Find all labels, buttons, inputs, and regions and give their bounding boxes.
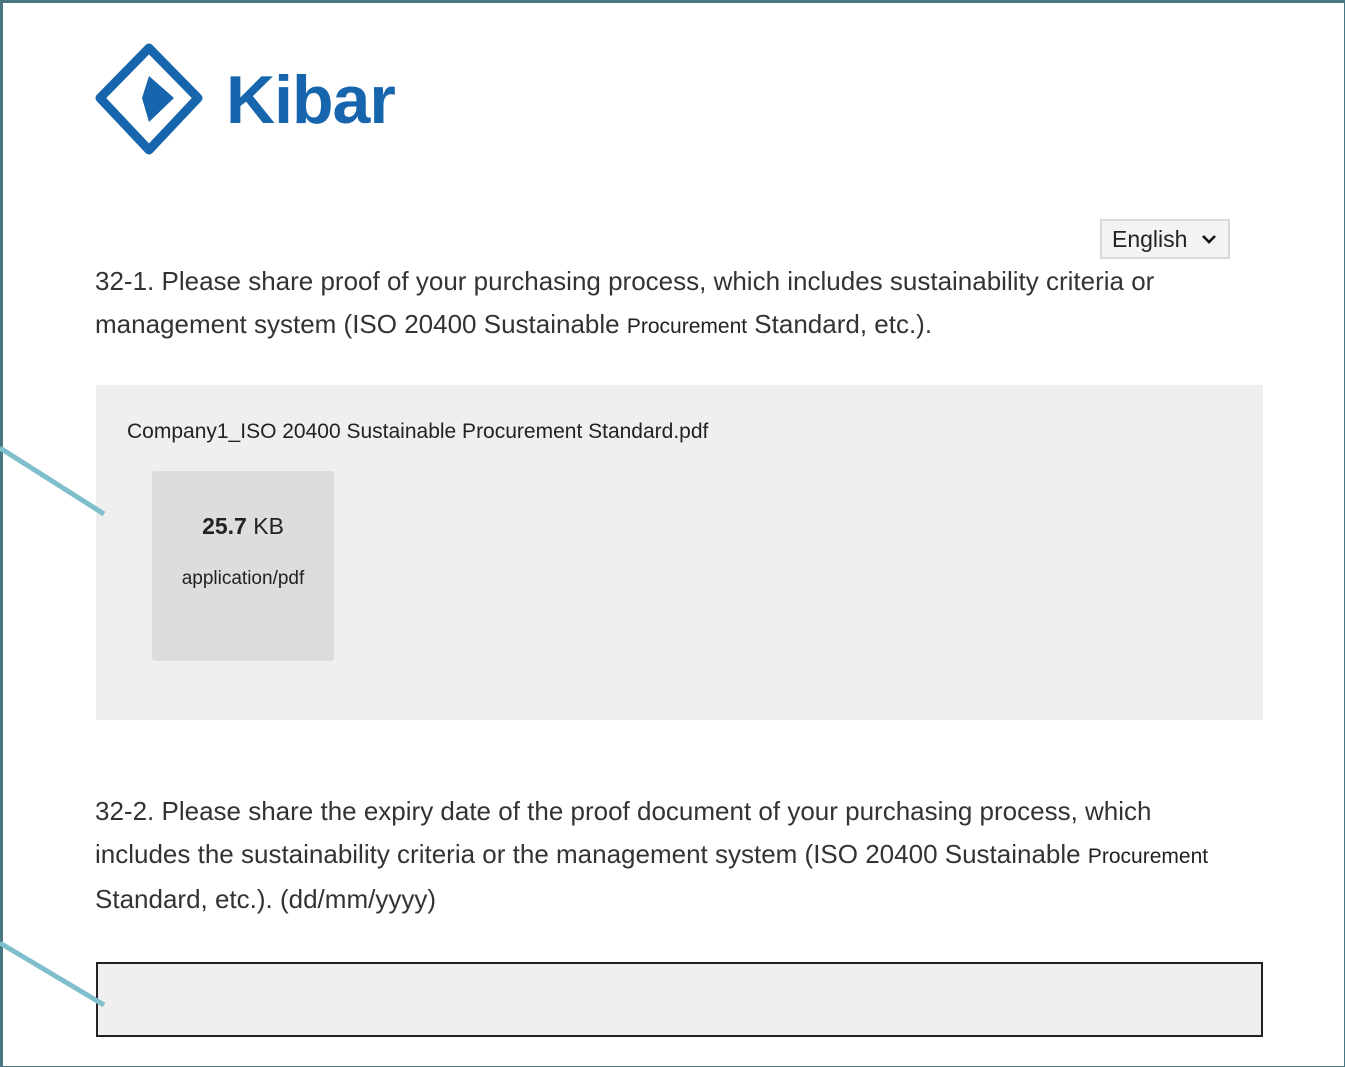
question-32-2-text-end: Standard, etc.). (dd/mm/yyyy) [95,884,436,914]
kibar-logo-icon [95,43,203,155]
attachment-size-value: 25.7 [202,513,247,539]
language-select[interactable]: English [1100,219,1230,259]
question-32-1-small-word: Procurement [626,315,748,338]
pointer-line-attachment [0,445,106,517]
brand-name: Kibar [226,62,396,138]
attachment-size-unit: KB [253,513,284,539]
attachment-mime-type: application/pdf [181,568,305,589]
question-32-1-text: 32-1. Please share proof of your purchas… [95,266,1155,339]
language-select-value: English [1112,225,1188,252]
question-32-2-text: 32-2. Please share the expiry date of th… [95,796,1152,869]
chevron-down-icon [1201,233,1217,245]
pointer-line-date-field [0,940,106,1008]
attachment-size: 25.7 KB [152,513,334,540]
brand-logo: Kibar [94,42,396,158]
attachment-card[interactable]: 25.7 KB application/pdf [152,471,334,661]
expiry-date-field[interactable] [96,962,1263,1037]
attachment-file-name[interactable]: Company1_ISO 20400 Sustainable Procureme… [127,420,708,444]
question-32-1-text-end: Standard, etc.). [747,309,933,339]
question-32-1: 32-1. Please share proof of your purchas… [95,260,1245,348]
question-32-2: 32-2. Please share the expiry date of th… [95,790,1245,921]
attachment-panel: Company1_ISO 20400 Sustainable Procureme… [96,385,1263,720]
question-32-2-small-word: Procurement [1087,845,1209,868]
